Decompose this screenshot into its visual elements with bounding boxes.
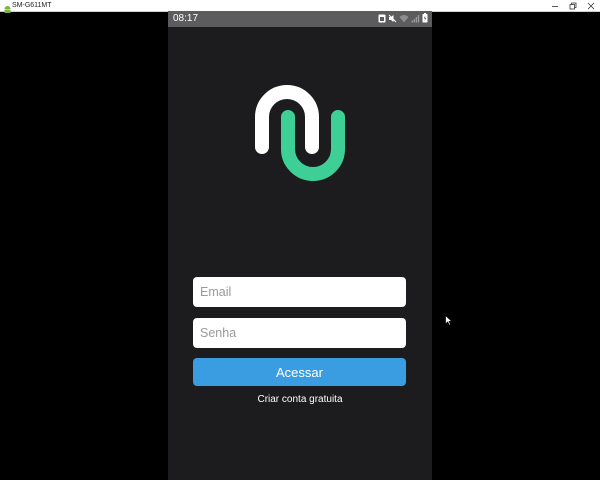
minimize-icon[interactable]: [546, 0, 564, 11]
password-field[interactable]: [193, 318, 406, 348]
status-time: 08:17: [173, 13, 199, 24]
status-bar: 08:17: [168, 11, 432, 27]
email-field[interactable]: [193, 277, 406, 307]
battery-icon: [422, 10, 428, 28]
window-title: SM-G611MT: [12, 2, 52, 9]
mouse-cursor-icon: [445, 313, 453, 326]
wifi-icon: [399, 10, 409, 28]
restore-icon[interactable]: [564, 0, 582, 11]
window-controls: [546, 0, 600, 11]
login-button[interactable]: Acessar: [193, 358, 406, 386]
emulator-window: SM-G611MT 08:17 Email Acessar Criar cont…: [0, 0, 600, 480]
status-icons: [378, 13, 428, 24]
signup-link[interactable]: Criar conta gratuita: [168, 394, 432, 405]
android-icon: [3, 1, 12, 13]
close-icon[interactable]: [582, 0, 600, 11]
mute-icon: [388, 10, 397, 28]
app-logo: [255, 81, 345, 186]
sim-icon: [378, 10, 386, 28]
signal-icon: [411, 10, 420, 28]
phone-screen: 08:17 Email Acessar Criar conta gratuita: [168, 11, 432, 480]
